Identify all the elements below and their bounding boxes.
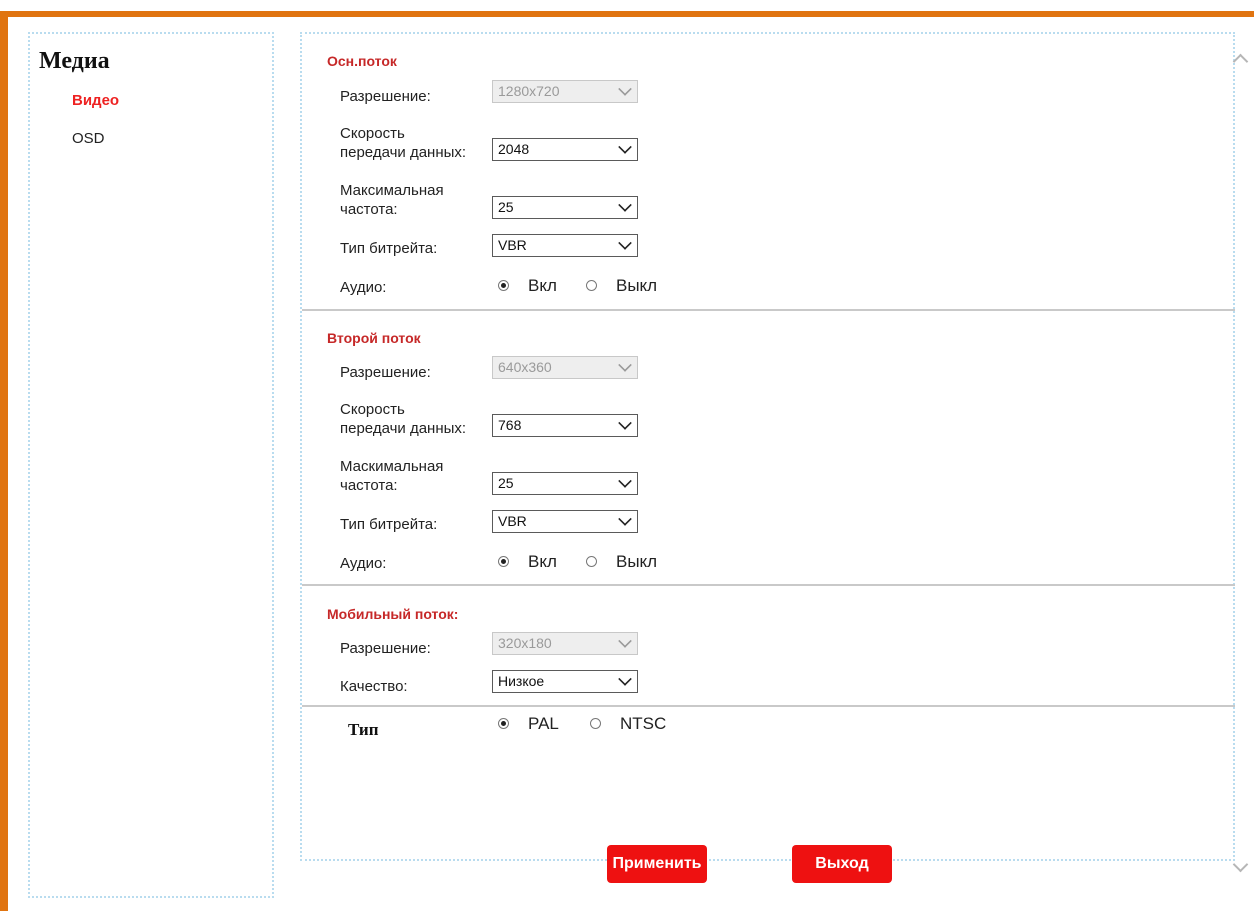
ntsc-label[interactable]: NTSC [620, 714, 666, 734]
main-audio-off-radio[interactable] [586, 280, 597, 291]
main-audio-label: Аудио: [340, 279, 387, 296]
chevron-down-icon [618, 236, 632, 250]
mobile-resolution-select[interactable]: 320x180 [492, 632, 638, 655]
main-resolution-label: Разрешение: [340, 88, 431, 105]
section-divider [302, 705, 1235, 707]
main-bitrate-type-value: VBR [498, 237, 527, 253]
sub-framerate-label-line2: частота: [340, 477, 398, 494]
sub-framerate-select[interactable]: 25 [492, 472, 638, 495]
sub-framerate-label: Маскимальная частота: [340, 457, 443, 495]
sub-stream-title: Второй поток [327, 330, 421, 346]
main-bitrate-value: 2048 [498, 141, 530, 157]
pal-radio[interactable] [498, 718, 509, 729]
apply-button[interactable]: Применить [607, 845, 707, 883]
mobile-quality-label: Качество: [340, 678, 408, 695]
sub-bitrate-select[interactable]: 768 [492, 414, 638, 437]
chevron-down-icon [618, 474, 632, 488]
window-frame-left [0, 11, 8, 911]
main-resolution-select[interactable]: 1280x720 [492, 80, 638, 103]
mobile-resolution-value: 320x180 [498, 635, 552, 651]
chevron-down-icon [618, 634, 632, 648]
mobile-stream-title: Мобильный поток: [327, 606, 459, 622]
chevron-down-icon [618, 358, 632, 372]
main-framerate-label: Максимальная частота: [340, 181, 444, 219]
chevron-down-icon [618, 416, 632, 430]
main-stream-title: Осн.поток [327, 53, 397, 69]
sub-resolution-value: 640x360 [498, 359, 552, 375]
main-bitrate-type-label: Тип битрейта: [340, 240, 438, 257]
main-framerate-select[interactable]: 25 [492, 196, 638, 219]
sub-resolution-label: Разрешение: [340, 364, 431, 381]
sub-audio-on-label[interactable]: Вкл [528, 552, 557, 572]
main-framerate-label-line1: Максимальная [340, 182, 444, 199]
exit-button[interactable]: Выход [792, 845, 892, 883]
main-framerate-value: 25 [498, 199, 514, 215]
main-audio-on-label[interactable]: Вкл [528, 276, 557, 296]
sidebar-item-osd[interactable]: OSD [72, 130, 105, 147]
sub-audio-on-radio[interactable] [498, 556, 509, 567]
chevron-down-icon [618, 198, 632, 212]
sub-bitrate-label: Скорость передачи данных: [340, 400, 466, 438]
sub-bitrate-type-value: VBR [498, 513, 527, 529]
sub-bitrate-value: 768 [498, 417, 522, 433]
sub-framerate-value: 25 [498, 475, 514, 491]
main-bitrate-label-line2: передачи данных: [340, 144, 467, 161]
scroll-down-icon[interactable] [1232, 856, 1249, 873]
sidebar-title: Медиа [39, 48, 110, 74]
main-bitrate-label-line1: Скорость [340, 125, 405, 142]
main-bitrate-type-select[interactable]: VBR [492, 234, 638, 257]
main-bitrate-select[interactable]: 2048 [492, 138, 638, 161]
section-divider [302, 584, 1235, 586]
sidebar: Медиа Видео OSD [28, 32, 274, 898]
sub-resolution-select[interactable]: 640x360 [492, 356, 638, 379]
chevron-down-icon [618, 512, 632, 526]
scroll-up-icon[interactable] [1232, 53, 1249, 70]
sub-audio-off-label[interactable]: Выкл [616, 552, 657, 572]
mobile-quality-select[interactable]: Низкое [492, 670, 638, 693]
pal-label[interactable]: PAL [528, 714, 559, 734]
main-framerate-label-line2: частота: [340, 201, 398, 218]
sub-bitrate-type-select[interactable]: VBR [492, 510, 638, 533]
window-frame-top [0, 11, 1254, 17]
sidebar-item-video[interactable]: Видео [72, 92, 119, 109]
mobile-quality-value: Низкое [498, 673, 545, 689]
video-settings-panel: Осн.поток Разрешение: 1280x720 Скорость … [300, 32, 1235, 861]
sub-audio-off-radio[interactable] [586, 556, 597, 567]
chevron-down-icon [618, 672, 632, 686]
main-resolution-value: 1280x720 [498, 83, 560, 99]
ntsc-radio[interactable] [590, 718, 601, 729]
sub-bitrate-type-label: Тип битрейта: [340, 516, 438, 533]
chevron-down-icon [618, 140, 632, 154]
section-divider [302, 309, 1235, 311]
chevron-down-icon [618, 82, 632, 96]
main-audio-on-radio[interactable] [498, 280, 509, 291]
sub-framerate-label-line1: Маскимальная [340, 458, 444, 475]
sub-bitrate-label-line1: Скорость [340, 401, 405, 418]
video-type-label: Тип [348, 720, 379, 739]
sub-bitrate-label-line2: передачи данных: [340, 420, 467, 437]
mobile-resolution-label: Разрешение: [340, 640, 431, 657]
main-bitrate-label: Скорость передачи данных: [340, 124, 466, 162]
sub-audio-label: Аудио: [340, 555, 387, 572]
main-audio-off-label[interactable]: Выкл [616, 276, 657, 296]
